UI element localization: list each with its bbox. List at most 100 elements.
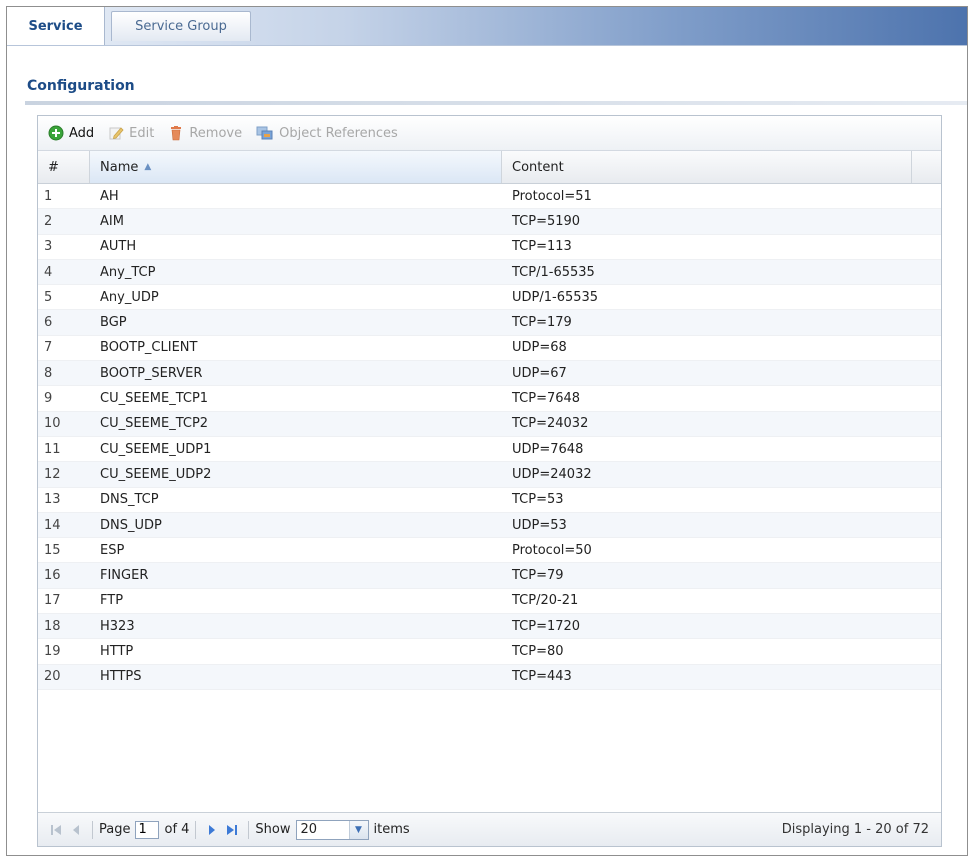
row-number: 20 <box>44 669 61 685</box>
row-name: HTTP <box>100 643 134 659</box>
row-number: 7 <box>44 340 53 356</box>
column-header-name[interactable]: Name ▲ <box>90 151 502 183</box>
chevron-down-icon: ▼ <box>348 820 368 839</box>
row-content: TCP=80 <box>512 643 564 659</box>
row-name: AH <box>100 188 119 204</box>
edit-icon <box>108 125 124 141</box>
page-number-input[interactable] <box>135 820 160 839</box>
table-row[interactable]: 12 CU_SEEME_UDP2 UDP=24032 <box>38 462 941 488</box>
table-row[interactable]: 11 CU_SEEME_UDP1 UDP=7648 <box>38 437 941 463</box>
row-name: Any_TCP <box>100 264 156 280</box>
row-name: CU_SEEME_TCP1 <box>100 391 209 407</box>
table-body: 1 AH Protocol=51 2 AIM TCP=5190 3 AUTH TCP=113 4 A… <box>38 184 941 690</box>
row-content: TCP=1720 <box>512 618 581 634</box>
table-row[interactable]: 20 HTTPS TCP=443 <box>38 664 941 690</box>
trash-icon <box>168 125 184 141</box>
tab-service[interactable]: Service <box>7 7 105 45</box>
object-references-label: Object References <box>279 125 398 141</box>
table-row[interactable]: 2 AIM TCP=5190 <box>38 209 941 235</box>
previous-page-icon[interactable] <box>66 820 86 840</box>
row-number: 5 <box>44 289 53 305</box>
row-number: 2 <box>44 213 53 229</box>
show-label: Show <box>255 822 291 837</box>
table-row[interactable]: 3 AUTH TCP=113 <box>38 235 941 260</box>
row-name: ESP <box>100 542 125 558</box>
page-count-label: of 4 <box>164 822 190 837</box>
display-count: Displaying 1 - 20 of 72 <box>781 822 929 837</box>
table-row[interactable]: 17 FTP TCP/20-21 <box>38 589 941 615</box>
row-name: H323 <box>100 618 135 634</box>
row-content: Protocol=50 <box>512 542 592 558</box>
last-page-icon[interactable] <box>222 820 242 840</box>
row-number: 16 <box>44 568 61 584</box>
row-content: TCP=113 <box>512 239 572 255</box>
row-number: 15 <box>44 542 61 558</box>
row-content: TCP=79 <box>512 568 564 584</box>
row-number: 13 <box>44 492 61 508</box>
object-references-button[interactable]: Object References <box>256 125 398 141</box>
row-name: DNS_UDP <box>100 517 162 533</box>
table-row[interactable]: 9 CU_SEEME_TCP1 TCP=7648 <box>38 386 941 412</box>
row-number: 6 <box>44 315 53 331</box>
row-content: TCP=5190 <box>512 213 581 229</box>
table-row[interactable]: 18 H323 TCP=1720 <box>38 614 941 640</box>
table-row[interactable]: 8 BOOTP_SERVER UDP=67 <box>38 361 941 387</box>
row-number: 3 <box>44 239 53 255</box>
row-number: 1 <box>44 188 53 204</box>
table-row[interactable]: 13 DNS_TCP TCP=53 <box>38 488 941 513</box>
tab-service-group[interactable]: Service Group <box>111 11 251 41</box>
pager-separator <box>92 820 93 839</box>
toolbar: Add Edit Remove Object References <box>38 116 941 151</box>
edit-label: Edit <box>129 125 155 141</box>
row-name: BOOTP_CLIENT <box>100 340 198 356</box>
section-divider <box>25 101 967 105</box>
row-number: 19 <box>44 643 61 659</box>
row-name: FINGER <box>100 568 149 584</box>
row-number: 4 <box>44 264 53 280</box>
row-content: UDP/1-65535 <box>512 289 599 305</box>
row-name: AUTH <box>100 239 137 255</box>
next-page-icon[interactable] <box>202 820 222 840</box>
row-name: CU_SEEME_UDP1 <box>100 441 212 457</box>
column-header-content[interactable]: Content <box>502 151 912 183</box>
row-content: UDP=24032 <box>512 466 592 482</box>
row-number: 11 <box>44 441 61 457</box>
table-row[interactable]: 5 Any_UDP UDP/1-65535 <box>38 285 941 311</box>
table-row[interactable]: 4 Any_TCP TCP/1-65535 <box>38 259 941 286</box>
row-name: Any_UDP <box>100 289 159 305</box>
remove-button[interactable]: Remove <box>168 125 242 141</box>
edit-button[interactable]: Edit <box>108 125 154 141</box>
table-row[interactable]: 15 ESP Protocol=50 <box>38 538 941 564</box>
row-content: Protocol=51 <box>512 188 592 204</box>
row-content: TCP=179 <box>512 315 572 331</box>
section-title: Configuration <box>27 78 135 94</box>
tab-service-label: Service <box>28 18 83 34</box>
table-row[interactable]: 16 FINGER TCP=79 <box>38 563 941 589</box>
table-row[interactable]: 14 DNS_UDP UDP=53 <box>38 512 941 539</box>
table-row[interactable]: 6 BGP TCP=179 <box>38 310 941 336</box>
add-button[interactable]: Add <box>48 125 94 141</box>
table-row[interactable]: 1 AH Protocol=51 <box>38 184 941 210</box>
pager-separator <box>195 820 197 839</box>
row-name: DNS_TCP <box>100 492 159 508</box>
row-name: FTP <box>100 593 124 609</box>
row-content: UDP=68 <box>512 340 567 356</box>
row-content: TCP=24032 <box>512 416 589 432</box>
table-row[interactable]: 10 CU_SEEME_TCP2 TCP=24032 <box>38 411 941 437</box>
service-grid: Add Edit Remove Object References # Name… <box>37 115 942 847</box>
page-size-value: 20 <box>300 822 318 837</box>
remove-label: Remove <box>189 125 243 141</box>
row-number: 17 <box>44 593 61 609</box>
table-row[interactable]: 19 HTTP TCP=80 <box>38 639 941 665</box>
row-content: TCP/20-21 <box>512 593 579 609</box>
tab-bar: Service Service Group <box>7 7 967 46</box>
table-row[interactable]: 7 BOOTP_CLIENT UDP=68 <box>38 336 941 362</box>
row-name: BGP <box>100 315 127 331</box>
row-name: CU_SEEME_UDP2 <box>100 466 212 482</box>
tab-service-group-label: Service Group <box>135 19 227 34</box>
first-page-icon[interactable] <box>46 820 66 840</box>
column-header-number[interactable]: # <box>38 151 90 183</box>
page-size-select[interactable]: 20 ▼ <box>295 819 369 840</box>
row-content: UDP=7648 <box>512 441 584 457</box>
row-content: TCP=53 <box>512 492 564 508</box>
